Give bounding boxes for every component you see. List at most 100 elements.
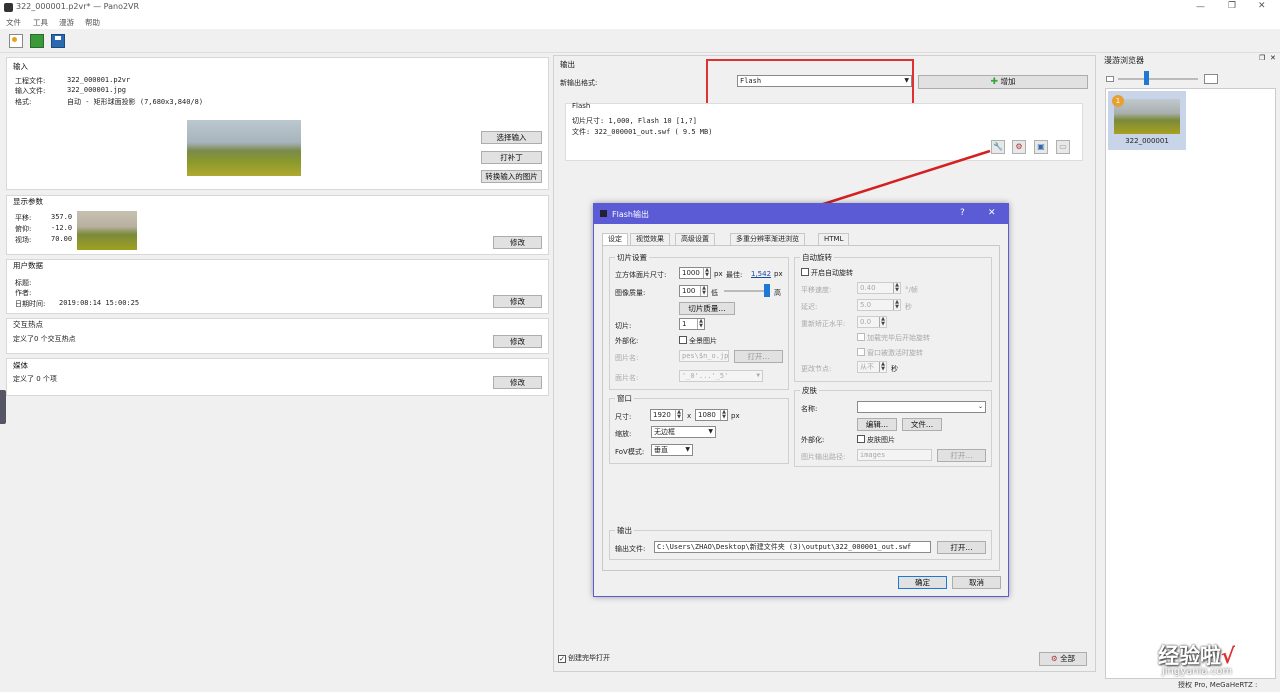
- zoom-slider-thumb[interactable]: [1144, 71, 1149, 85]
- fov-mode-select[interactable]: 垂直 ▼: [651, 444, 693, 456]
- status-bar: 授权 Pro, MeGaHeRTZ :: [0, 679, 1280, 692]
- quality-label: 图像质量:: [615, 289, 646, 297]
- tile-quality-button[interactable]: 切片质量...: [679, 302, 735, 315]
- skin-file-button[interactable]: 文件...: [902, 418, 942, 431]
- quality-slider-thumb[interactable]: [764, 284, 770, 297]
- node-badge: 1: [1112, 95, 1124, 107]
- settings-gears-icon[interactable]: ⚙: [1012, 140, 1026, 154]
- close-panel-icon[interactable]: ✕: [1270, 54, 1276, 62]
- tiles-spinbox[interactable]: 1 ▲ ▼: [679, 318, 705, 330]
- skin-path-field[interactable]: images: [857, 449, 932, 461]
- external-label: 外部化:: [615, 337, 639, 345]
- start-after-load-checkbox[interactable]: 加载完毕后开始旋转: [857, 333, 930, 343]
- skin-name-select[interactable]: ⌄: [857, 401, 986, 413]
- tour-canvas[interactable]: 1 322_000001: [1105, 88, 1276, 679]
- delay-value: 5.0: [860, 301, 872, 309]
- start-after-load-label: 加载完毕后开始旋转: [867, 334, 930, 342]
- minimize-button[interactable]: —: [1196, 2, 1205, 12]
- tab-html[interactable]: HTML: [818, 233, 850, 245]
- best-label: 最佳:: [726, 271, 743, 279]
- display-heading: 显示参数: [13, 197, 43, 206]
- delay-label: 延迟:: [801, 303, 818, 311]
- height-spinbox[interactable]: 1080 ▲ ▼: [695, 409, 728, 421]
- create-open-checkbox[interactable]: ✓ 创建完毕打开: [558, 653, 610, 663]
- menu-tools[interactable]: 工具: [33, 17, 48, 28]
- pan-speed-spinbox[interactable]: 0.40 ▲ ▼: [857, 282, 901, 294]
- scale-value: 无边框: [654, 428, 675, 436]
- tilt-label: 俯仰:: [15, 225, 32, 233]
- output-heading: 输出: [560, 60, 575, 69]
- zoom-large-icon: [1204, 74, 1218, 84]
- tab-multires[interactable]: 多重分辨率渐进浏览: [730, 233, 805, 245]
- image-icon[interactable]: ▭: [1056, 140, 1070, 154]
- hotspots-modify-button[interactable]: 修改: [493, 335, 542, 348]
- skin-image-checkbox[interactable]: 皮肤图片: [857, 435, 895, 445]
- add-output-button[interactable]: ✚ 增加: [918, 75, 1088, 89]
- best-value-link[interactable]: 1,542: [751, 270, 771, 278]
- scale-select[interactable]: 无边框 ▼: [651, 426, 716, 438]
- tour-node[interactable]: 1 322_000001: [1108, 91, 1186, 150]
- checkbox-icon: [679, 336, 687, 344]
- face-name-select[interactable]: '_0'...'_5' ▼: [679, 370, 763, 382]
- zoom-slider[interactable]: [1118, 78, 1198, 80]
- save-project-icon[interactable]: [51, 34, 65, 48]
- panorama-image-checkbox[interactable]: 全景图片: [679, 336, 717, 346]
- all-button[interactable]: ⚙ 全部: [1039, 652, 1087, 666]
- chevron-down-icon: ▼: [756, 372, 760, 379]
- spin-arrows-icon: ▲ ▼: [700, 286, 707, 296]
- tiles-label: 切片:: [615, 322, 632, 330]
- restore-button[interactable]: ❐: [1228, 1, 1236, 11]
- pan-label: 平移:: [15, 214, 32, 222]
- project-label: 工程文件:: [15, 77, 46, 85]
- monitor-icon[interactable]: ▣: [1034, 140, 1048, 154]
- close-window-button[interactable]: ✕: [1258, 1, 1266, 11]
- format-highlight-box: [706, 59, 914, 106]
- delay-spinbox[interactable]: 5.0 ▲ ▼: [857, 299, 901, 311]
- rotate-on-activate-checkbox[interactable]: 窗口被激活时旋转: [857, 348, 923, 358]
- skin-open-button[interactable]: 打开...: [937, 449, 986, 462]
- display-modify-button[interactable]: 修改: [493, 236, 542, 249]
- media-modify-button[interactable]: 修改: [493, 376, 542, 389]
- toolbar: [0, 29, 1280, 53]
- skin-path-label: 图片输出路径:: [801, 453, 846, 461]
- output-open-button[interactable]: 打开...: [937, 541, 986, 554]
- quality-spinbox[interactable]: 100 ▲ ▼: [679, 285, 708, 297]
- userdata-modify-button[interactable]: 修改: [493, 295, 542, 308]
- return-spinbox[interactable]: 0.0 ▲ ▼: [857, 316, 887, 328]
- ok-button[interactable]: 确定: [898, 576, 947, 589]
- spin-arrows-icon: ▲ ▼: [879, 317, 886, 327]
- file-info: 文件: 322_000001_out.swf ( 9.5 MB): [572, 128, 713, 136]
- select-input-button[interactable]: 选择输入: [481, 131, 542, 144]
- menu-tour[interactable]: 漫游: [59, 17, 74, 28]
- cube-size-spinbox[interactable]: 1000 ▲ ▼: [679, 267, 711, 279]
- menu-help[interactable]: 帮助: [85, 17, 100, 28]
- size-x-label: x: [687, 412, 692, 420]
- skin-edit-button[interactable]: 编辑...: [857, 418, 897, 431]
- dialog-close-button[interactable]: ✕: [988, 208, 996, 218]
- image-open-button[interactable]: 打开...: [734, 350, 783, 363]
- create-open-label: 创建完毕打开: [568, 654, 610, 662]
- tab-visual-effects[interactable]: 视觉效果: [630, 233, 670, 245]
- cancel-button[interactable]: 取消: [952, 576, 1001, 589]
- change-node-spinbox[interactable]: 从不 ▲ ▼: [857, 361, 887, 373]
- image-name-field[interactable]: pes\$n_o.jpg: [679, 350, 729, 362]
- scale-label: 缩放:: [615, 430, 632, 438]
- cube-size-label: 立方体面片尺寸:: [615, 271, 667, 279]
- convert-input-button[interactable]: 转换输入的图片: [481, 170, 542, 183]
- tour-browser-panel: 漫游浏览器 ❐ ✕ 1 322_000001: [1101, 53, 1280, 679]
- tab-advanced[interactable]: 高级设置: [675, 233, 715, 245]
- autorotate-checkbox[interactable]: 开启自动旋转: [801, 268, 853, 278]
- delay-unit: 秒: [905, 303, 912, 311]
- float-panel-icon[interactable]: ❐: [1259, 54, 1265, 62]
- new-project-icon[interactable]: [9, 34, 23, 48]
- side-dock-handle[interactable]: [0, 390, 6, 424]
- output-file-field[interactable]: C:\Users\ZHAO\Desktop\新建文件夹 (3)\output\3…: [654, 541, 931, 553]
- pan-speed-unit: °/帧: [905, 286, 918, 294]
- width-spinbox[interactable]: 1920 ▲ ▼: [650, 409, 683, 421]
- menu-file[interactable]: 文件: [6, 17, 21, 28]
- checkbox-icon: [857, 348, 865, 356]
- best-px-label: px: [774, 270, 783, 278]
- dialog-help-button[interactable]: ?: [960, 208, 965, 218]
- open-project-icon[interactable]: [30, 34, 44, 48]
- patch-button[interactable]: 打补丁: [481, 151, 542, 164]
